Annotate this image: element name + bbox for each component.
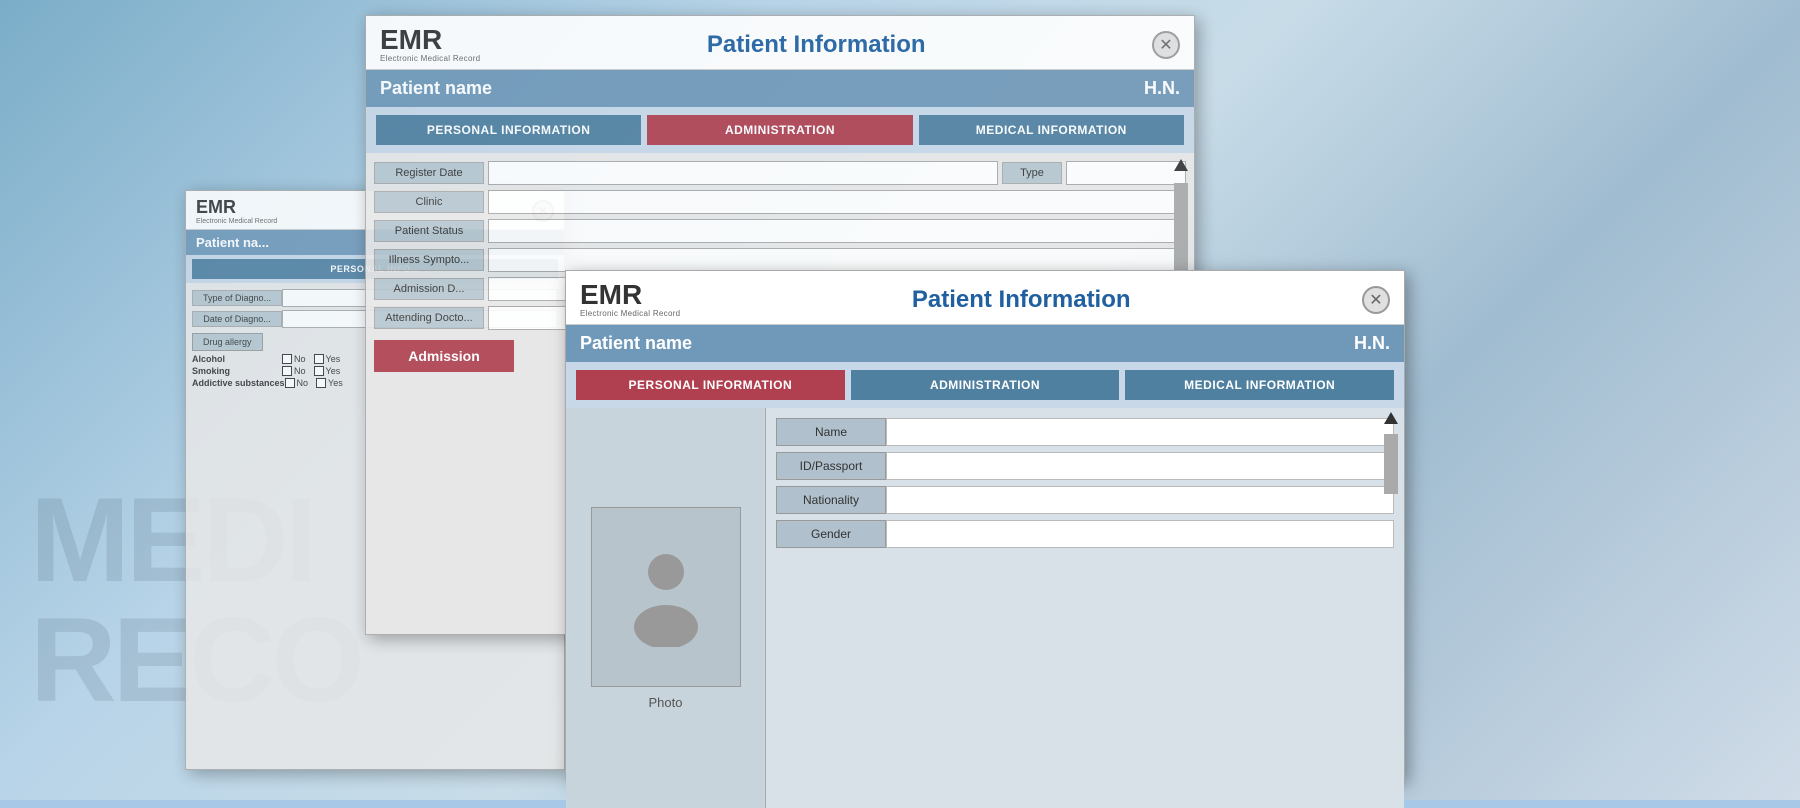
w2-input-register-date[interactable] xyxy=(488,161,998,185)
w2-logo-title: EMR xyxy=(380,26,480,54)
w3-field-name: Name xyxy=(776,418,1394,446)
w3-field-id: ID/Passport xyxy=(776,452,1394,480)
w3-title: Patient Information xyxy=(680,286,1362,314)
w2-tab-row: PERSONAL INFORMATION ADMINISTRATION MEDI… xyxy=(366,107,1194,153)
w3-label-name: Name xyxy=(776,418,886,446)
w1-patient-name: Patient na... xyxy=(196,235,269,250)
w2-label-patient-status: Patient Status xyxy=(374,220,484,242)
w3-content: Photo Name ID/Passport Nationality Gen xyxy=(566,408,1404,808)
w3-tab-medical[interactable]: MEDICAL INFORMATION xyxy=(1125,370,1394,400)
w2-patient-name: Patient name xyxy=(380,78,492,99)
w3-scroll-up[interactable] xyxy=(1384,412,1398,426)
w3-fields-section: Name ID/Passport Nationality Gender xyxy=(766,408,1404,808)
w3-photo-label: Photo xyxy=(649,695,683,710)
w1-alcohol-no[interactable]: No xyxy=(282,354,306,364)
w1-label-type: Type of Diagno... xyxy=(192,290,282,306)
w1-alcohol-yes[interactable]: Yes xyxy=(314,354,341,364)
w3-tab-row: PERSONAL INFORMATION ADMINISTRATION MEDI… xyxy=(566,362,1404,408)
w2-hn: H.N. xyxy=(1144,78,1180,99)
w2-input-type[interactable] xyxy=(1066,161,1186,185)
w3-field-nationality: Nationality xyxy=(776,486,1394,514)
w2-clinic-row: Clinic xyxy=(374,190,1186,214)
w1-smoking-label: Smoking xyxy=(192,366,282,376)
w3-input-gender[interactable] xyxy=(886,520,1394,548)
w1-logo-title: EMR xyxy=(196,197,277,218)
w2-scroll-up[interactable] xyxy=(1174,159,1188,173)
w2-label-attending-doctor: Attending Docto... xyxy=(374,307,484,329)
w1-smoking-yes[interactable]: Yes xyxy=(314,366,341,376)
w3-photo-section: Photo xyxy=(566,408,766,808)
w2-tab-medical[interactable]: MEDICAL INFORMATION xyxy=(919,115,1184,145)
w1-addictive-label: Addictive substances xyxy=(192,378,285,388)
w1-smoking-no[interactable]: No xyxy=(282,366,306,376)
w2-logo-sub: Electronic Medical Record xyxy=(380,54,480,63)
w2-patient-bar: Patient name H.N. xyxy=(366,70,1194,107)
w3-logo-sub: Electronic Medical Record xyxy=(580,309,680,318)
w2-label-admission-date: Admission D... xyxy=(374,278,484,300)
w2-label-illness: Illness Sympto... xyxy=(374,249,484,271)
w3-label-nationality: Nationality xyxy=(776,486,886,514)
w3-input-name[interactable] xyxy=(886,418,1394,446)
w2-header: EMR Electronic Medical Record Patient In… xyxy=(366,16,1194,70)
w2-tab-admin[interactable]: ADMINISTRATION xyxy=(647,115,912,145)
w2-patient-status-row: Patient Status xyxy=(374,219,1186,243)
w3-hn: H.N. xyxy=(1354,333,1390,354)
w2-logo: EMR Electronic Medical Record xyxy=(380,26,480,63)
w3-input-id[interactable] xyxy=(886,452,1394,480)
w3-header: EMR Electronic Medical Record Patient In… xyxy=(566,271,1404,325)
w1-label-date: Date of Diagno... xyxy=(192,311,282,327)
w3-close-button[interactable]: ✕ xyxy=(1362,286,1390,314)
w3-input-nationality[interactable] xyxy=(886,486,1394,514)
w2-label-clinic: Clinic xyxy=(374,191,484,213)
w1-addictive-no[interactable]: No xyxy=(285,378,309,388)
window-3: EMR Electronic Medical Record Patient In… xyxy=(565,270,1405,780)
w2-close-button[interactable]: ✕ xyxy=(1152,31,1180,59)
w3-tab-personal[interactable]: PERSONAL INFORMATION xyxy=(576,370,845,400)
w3-label-id: ID/Passport xyxy=(776,452,886,480)
w1-logo-sub: Electronic Medical Record xyxy=(196,218,277,225)
w3-logo-title: EMR xyxy=(580,281,680,309)
w2-register-date-row: Register Date Type xyxy=(374,161,1186,185)
w3-field-gender: Gender xyxy=(776,520,1394,548)
w2-input-patient-status[interactable] xyxy=(488,219,1186,243)
w2-label-type: Type xyxy=(1002,162,1062,184)
w2-admission-button[interactable]: Admission xyxy=(374,340,514,372)
w1-logo: EMR Electronic Medical Record xyxy=(196,197,277,225)
w3-photo-box xyxy=(591,507,741,687)
drug-allergy-button[interactable]: Drug allergy xyxy=(192,333,263,351)
w3-label-gender: Gender xyxy=(776,520,886,548)
w3-patient-name: Patient name xyxy=(580,333,692,354)
w2-label-register-date: Register Date xyxy=(374,162,484,184)
w2-input-clinic[interactable] xyxy=(488,190,1186,214)
w3-logo: EMR Electronic Medical Record xyxy=(580,281,680,318)
w3-patient-bar: Patient name H.N. xyxy=(566,325,1404,362)
w1-addictive-yes[interactable]: Yes xyxy=(316,378,343,388)
w2-title: Patient Information xyxy=(480,31,1152,59)
w3-scrollbar-track[interactable] xyxy=(1384,434,1398,494)
person-silhouette-icon xyxy=(626,547,706,647)
w2-tab-personal[interactable]: PERSONAL INFORMATION xyxy=(376,115,641,145)
w3-tab-admin[interactable]: ADMINISTRATION xyxy=(851,370,1120,400)
w2-illness-row: Illness Sympto... xyxy=(374,248,1186,272)
w1-alcohol-label: Alcohol xyxy=(192,354,282,364)
w2-input-illness[interactable] xyxy=(488,248,1186,272)
